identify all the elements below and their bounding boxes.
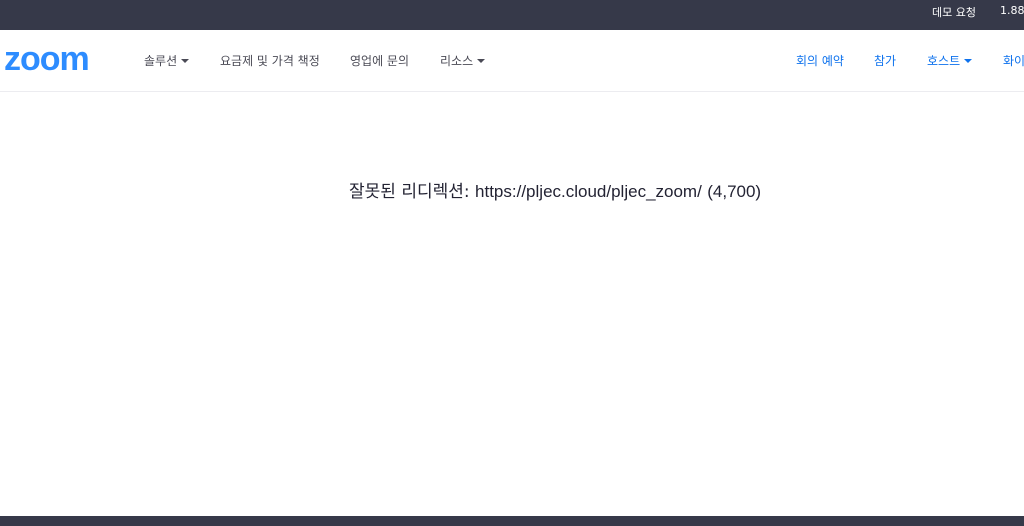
nav-item-label: 요금제 및 가격 책정 [220, 54, 320, 68]
zoom-logo[interactable]: zoom [4, 42, 90, 76]
main-navbar: zoom 솔루션 요금제 및 가격 책정 영업에 문의 리소스 회의 예약 참가… [0, 30, 1024, 92]
caret-down-icon [477, 59, 486, 63]
phone-number-link[interactable]: 1.888 [1000, 4, 1024, 17]
nav-item-label: 회의 예약 [796, 54, 844, 68]
nav-item-label: 화이 [1003, 54, 1024, 68]
error-code: (4,700) [707, 182, 762, 201]
error-prefix: 잘못된 리디렉션: [349, 182, 470, 202]
nav-item-label: 리소스 [440, 54, 474, 68]
footer-bar [0, 516, 1024, 526]
nav-item-label: 영업에 문의 [350, 54, 410, 68]
caret-down-icon [181, 59, 190, 63]
nav-item-whiteboard[interactable]: 화이 [1003, 30, 1024, 91]
redirect-url: https://pljec.cloud/pljec_zoom/ [475, 182, 702, 201]
nav-item-label: 호스트 [927, 54, 961, 68]
redirect-error-message: 잘못된 리디렉션: https://pljec.cloud/pljec_zoom… [349, 177, 761, 202]
caret-down-icon [964, 59, 973, 63]
request-demo-link[interactable]: 데모 요청 [932, 4, 976, 20]
top-utility-bar: 데모 요청 1.888 [0, 0, 1024, 30]
nav-item-schedule-meeting[interactable]: 회의 예약 [796, 30, 844, 91]
nav-item-host[interactable]: 호스트 [927, 30, 973, 91]
nav-item-resources[interactable]: 리소스 [440, 52, 486, 69]
nav-item-solutions[interactable]: 솔루션 [144, 52, 190, 69]
nav-item-label: 참가 [874, 54, 897, 68]
nav-item-join[interactable]: 참가 [874, 30, 896, 91]
nav-item-contact-sales[interactable]: 영업에 문의 [350, 52, 409, 69]
nav-item-pricing[interactable]: 요금제 및 가격 책정 [220, 52, 320, 69]
nav-item-label: 솔루션 [144, 54, 178, 68]
